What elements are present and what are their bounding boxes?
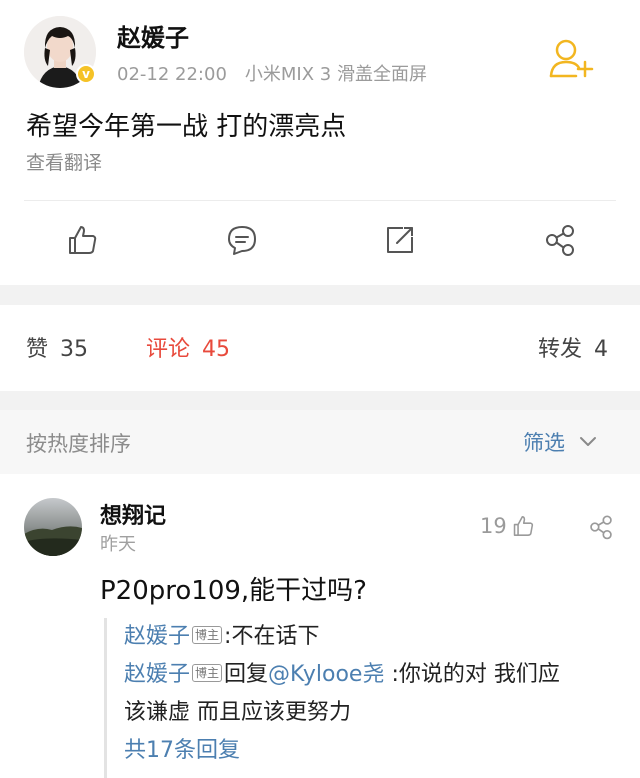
reposts-count: 4 [594,337,609,362]
post-date: 02-12 22:00 [117,64,227,85]
comments-count: 45 [202,337,231,362]
reply-author[interactable]: 赵媛子 [124,624,190,649]
more-replies-link[interactable]: 共17条回复 [124,732,624,770]
divider [24,200,616,201]
post-author-name[interactable]: 赵媛子 [117,18,189,53]
verified-badge-icon: v [76,64,96,84]
reply-prefix: 回复 [224,662,269,687]
reply-author[interactable]: 赵媛子 [124,662,190,687]
post-device: 小米MIX 3 滑盖全面屏 [244,64,427,85]
likes-count: 35 [60,337,89,362]
follow-button[interactable] [546,36,598,82]
repost-icon [387,227,413,253]
translate-link[interactable]: 查看翻译 [26,148,102,175]
filter-button[interactable]: 筛选 [523,427,597,457]
comments-tab[interactable]: 评论 45 [146,331,230,363]
chevron-down-icon [580,437,596,446]
follow-icon [549,39,594,78]
reply-text: :你说的对 我们应 [384,662,560,687]
likes-tab[interactable]: 赞 35 [26,331,88,363]
comment-item: 想翔记 昨天 19 P20pro109,能干过吗? 赵媛子 博主:不在话下 赵媛子… [0,474,640,778]
stats-bar: 赞 35 评论 45 转发 4 [0,305,640,391]
blogger-tag: 博主 [192,626,223,644]
like-button[interactable] [62,220,102,260]
comment-time: 昨天 [100,534,136,555]
comment-like-button[interactable]: 19 [480,514,535,538]
commenter-name[interactable]: 想翔记 [100,498,166,530]
comment-like-count: 19 [480,514,507,538]
blogger-tag: 博主 [192,664,223,682]
comment-icon [228,226,256,255]
sort-bar: 按热度排序 筛选 [0,410,640,474]
filter-label: 筛选 [523,431,565,455]
reposts-tab[interactable]: 转发 4 [538,331,608,363]
post-text: 希望今年第一战 打的漂亮点 [26,112,347,142]
reply-item: 赵媛子 博主 回复@Kylooe尧 :你说的对 我们应 [124,656,624,694]
post-card: v 赵媛子 02-12 22:00 小米MIX 3 滑盖全面屏 希望今年第一战 打… [0,0,640,285]
comments-label: 评论 [146,337,191,362]
reposts-label: 转发 [538,337,583,362]
sort-by-hot[interactable]: 按热度排序 [26,428,131,458]
share-icon [546,225,574,256]
like-icon [513,516,533,536]
comment-share-button[interactable] [588,514,614,544]
likes-label: 赞 [26,337,49,362]
reply-text: :不在话下 [224,624,320,649]
reply-item: 赵媛子 博主:不在话下 [124,618,624,656]
post-meta: 02-12 22:00 小米MIX 3 滑盖全面屏 [117,60,427,86]
reply-thread[interactable]: 赵媛子 博主:不在话下 赵媛子 博主 回复@Kylooe尧 :你说的对 我们应 该谦虚… [104,618,624,778]
like-icon [69,226,97,254]
share-button[interactable] [540,220,580,260]
comment-text: P20pro109,能干过吗? [100,576,367,606]
commenter-avatar[interactable] [24,498,82,556]
section-gap [0,391,640,410]
comment-button[interactable] [222,220,262,260]
share-icon [590,515,612,540]
section-gap [0,285,640,305]
repost-button[interactable] [380,220,420,260]
reply-mention[interactable]: @Kylooe尧 [268,662,384,687]
reply-text-continued: 该谦虚 而且应该更努力 [124,700,351,725]
